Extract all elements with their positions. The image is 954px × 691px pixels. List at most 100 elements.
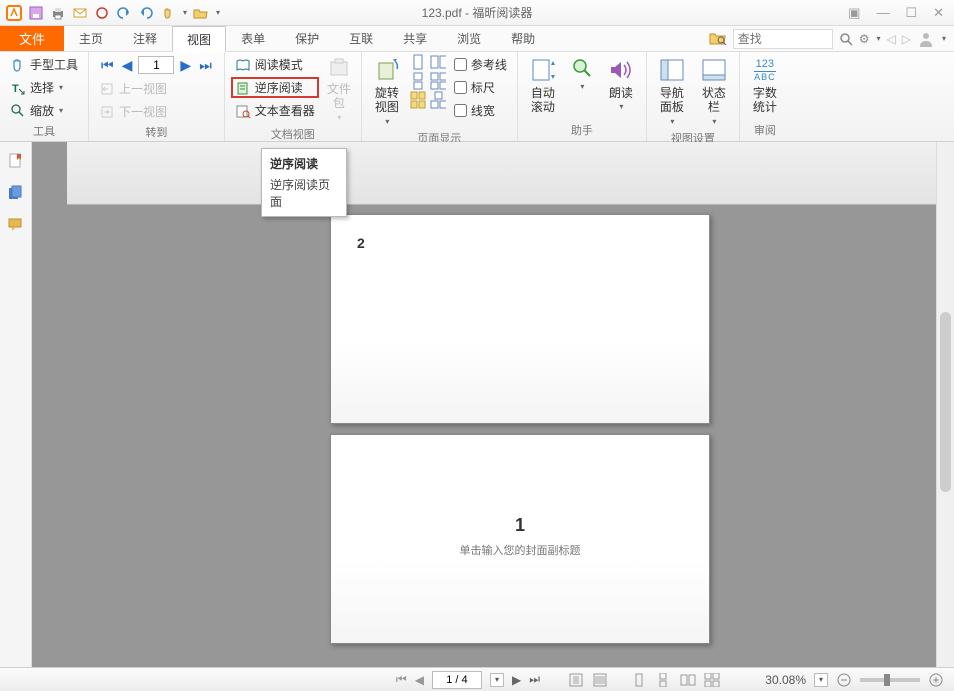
zoom-slider-thumb[interactable] — [884, 674, 890, 686]
prev-view-icon — [99, 81, 115, 97]
document-viewer[interactable]: 2 1 单击输入您的封面副标题 — [32, 142, 936, 667]
group-goto: ⏮ ◀ ▶ ⏭ 上一视图 下一视图 转到 — [89, 52, 225, 141]
facing-highlight-icon[interactable] — [410, 92, 426, 108]
group-label: 工具 — [6, 121, 82, 142]
ref-line-button[interactable]: 参考线 — [450, 54, 511, 75]
page-dropdown-icon[interactable]: ▾ — [490, 673, 504, 687]
open-folder-icon[interactable] — [193, 5, 209, 21]
tab-protect[interactable]: 保护 — [280, 26, 334, 51]
zoom-dropdown-icon[interactable]: ▾ — [814, 673, 828, 687]
read-aloud-button[interactable]: 朗读▾ — [602, 54, 640, 114]
last-page-icon[interactable]: ⏭ — [529, 672, 540, 687]
first-page-icon[interactable]: ⏮ — [99, 57, 116, 74]
dropdown-icon[interactable]: ▾ — [183, 8, 187, 17]
group-label: 转到 — [95, 122, 218, 143]
select-button[interactable]: T选择▾ — [6, 77, 82, 98]
page-number-input[interactable] — [138, 56, 174, 74]
magnifier-button[interactable]: ▾ — [566, 54, 598, 94]
maximize-icon[interactable]: ☐ — [905, 5, 917, 21]
ruler-checkbox[interactable] — [454, 81, 467, 94]
last-page-icon[interactable]: ⏭ — [197, 57, 214, 74]
view-facing-continuous-icon[interactable] — [704, 673, 720, 687]
zoom-button[interactable]: 缩放▾ — [6, 100, 82, 121]
next-page-icon[interactable]: ▶ — [178, 57, 193, 74]
group-review: 123 ABC 字数 统计 审阅 — [740, 52, 790, 141]
svg-text:T: T — [12, 83, 19, 95]
line-width-button[interactable]: 线宽 — [450, 100, 511, 121]
zoom-slider[interactable] — [860, 678, 920, 682]
ref-line-checkbox[interactable] — [454, 58, 467, 71]
portfolio-button[interactable]: 文件 包▾ — [323, 54, 355, 124]
single-page-icon[interactable] — [410, 54, 426, 70]
nav-prev-icon[interactable]: ◁ — [887, 32, 896, 46]
reverse-read-button[interactable]: 逆序阅读 — [231, 77, 319, 98]
minimize-icon[interactable]: — — [876, 5, 889, 21]
group-viewset: 导航 面板▾ 状态 栏▾ 视图设置 — [647, 52, 740, 141]
redo-icon[interactable] — [138, 5, 154, 21]
zoom-in-icon[interactable] — [928, 672, 944, 688]
next-page-icon[interactable]: ▶ — [512, 673, 521, 687]
view-single-icon[interactable] — [632, 673, 648, 687]
fit-page-icon[interactable] — [568, 673, 584, 687]
status-page-input[interactable] — [432, 671, 482, 689]
prev-page-icon[interactable]: ◀ — [120, 57, 135, 74]
tab-comment[interactable]: 注释 — [118, 26, 172, 51]
save-icon[interactable] — [28, 5, 44, 21]
tab-browse[interactable]: 浏览 — [442, 26, 496, 51]
search-input[interactable] — [733, 29, 833, 49]
continuous-icon[interactable] — [410, 73, 426, 89]
read-mode-button[interactable]: 阅读模式 — [231, 54, 319, 75]
fit-width-icon[interactable] — [592, 673, 608, 687]
page-2-number: 2 — [357, 235, 365, 251]
line-width-checkbox[interactable] — [454, 104, 467, 117]
two-continuous-icon[interactable] — [430, 73, 446, 89]
user-icon[interactable] — [917, 30, 935, 48]
view-continuous-icon[interactable] — [656, 673, 672, 687]
auto-scroll-button[interactable]: 自动 滚动 — [524, 54, 562, 117]
print-icon[interactable] — [50, 5, 66, 21]
prev-page-icon[interactable]: ◀ — [415, 673, 424, 687]
text-viewer-button[interactable]: 文本查看器 — [231, 100, 319, 121]
close-icon[interactable]: ✕ — [933, 5, 944, 21]
book-icon — [235, 57, 251, 73]
undo-icon[interactable] — [116, 5, 132, 21]
nav-next-icon[interactable]: ▷ — [902, 32, 911, 46]
pages-panel-icon[interactable] — [7, 184, 25, 202]
tab-connect[interactable]: 互联 — [334, 26, 388, 51]
comments-panel-icon[interactable] — [7, 216, 25, 234]
tab-view[interactable]: 视图 — [172, 26, 226, 52]
tab-file[interactable]: 文件 — [0, 26, 64, 51]
scrollbar-thumb[interactable] — [940, 312, 951, 492]
view-facing-icon[interactable] — [680, 673, 696, 687]
vertical-scrollbar[interactable] — [936, 142, 954, 667]
nav-panel-button[interactable]: 导航 面板▾ — [653, 54, 691, 128]
window-title: 123.pdf - 福昕阅读器 — [422, 4, 533, 21]
tab-home[interactable]: 主页 — [64, 26, 118, 51]
search-go-icon[interactable] — [839, 32, 853, 46]
cover-page-icon[interactable] — [430, 92, 446, 108]
status-bar-button[interactable]: 状态 栏▾ — [695, 54, 733, 128]
ribbon-minimize-icon[interactable]: ▣ — [848, 5, 860, 21]
stamp-icon[interactable] — [94, 5, 110, 21]
bookmark-panel-icon[interactable] — [7, 152, 25, 170]
rotate-view-button[interactable]: 旋转 视图▾ — [368, 54, 406, 128]
ruler-button[interactable]: 标尺 — [450, 77, 511, 98]
hand-icon[interactable] — [160, 5, 176, 21]
rotate-icon — [372, 56, 402, 84]
two-page-icon[interactable] — [430, 54, 446, 70]
dropdown-icon[interactable]: ▾ — [216, 8, 220, 17]
status-bar: ⏮ ◀ ▾ ▶ ⏭ 30.08% ▾ — [0, 667, 954, 691]
first-page-icon[interactable]: ⏮ — [396, 672, 407, 687]
gear-icon[interactable]: ⚙ — [859, 32, 870, 46]
tab-form[interactable]: 表单 — [226, 26, 280, 51]
hand-tool-button[interactable]: 手型工具 — [6, 54, 82, 75]
tab-help[interactable]: 帮助 — [496, 26, 550, 51]
prev-view-button[interactable]: 上一视图 — [95, 78, 218, 99]
next-view-button[interactable]: 下一视图 — [95, 101, 218, 122]
tab-share[interactable]: 共享 — [388, 26, 442, 51]
search-folder-icon[interactable] — [709, 30, 727, 48]
email-icon[interactable] — [72, 5, 88, 21]
zoom-out-icon[interactable] — [836, 672, 852, 688]
group-label: 助手 — [524, 120, 640, 141]
word-count-button[interactable]: 123 ABC 字数 统计 — [746, 54, 784, 117]
